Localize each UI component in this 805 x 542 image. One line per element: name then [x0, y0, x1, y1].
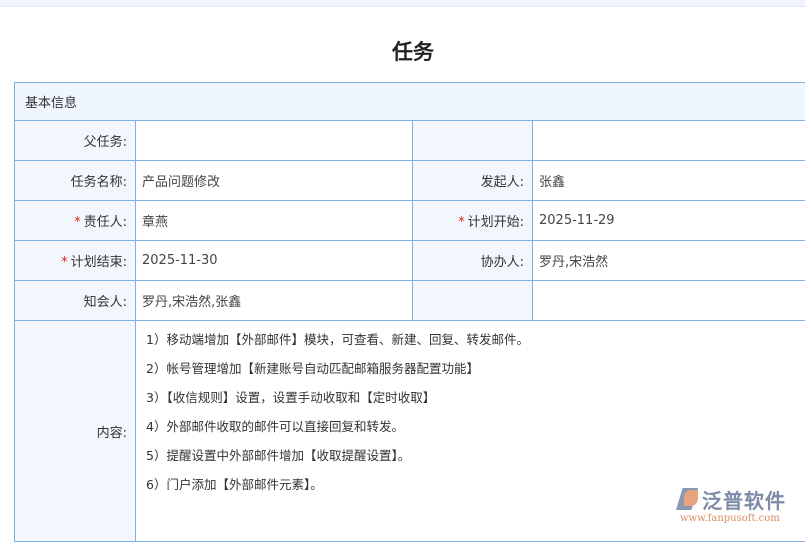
top-bar [0, 0, 805, 7]
required-marker: * [458, 215, 465, 230]
content-line: 2）帐号管理增加【新建账号自动匹配邮箱服务器配置功能】 [146, 358, 805, 387]
content-line: 5）提醒设置中外部邮件增加【收取提醒设置】。 [146, 445, 805, 474]
logo-name: 泛普软件 [702, 485, 786, 514]
logo-icon-accent [684, 490, 698, 506]
owner-field[interactable]: 章燕 [136, 201, 413, 241]
plan-end-field[interactable]: 2025-11-30 [136, 241, 413, 281]
assistants-label: 协办人: [413, 241, 533, 281]
empty-field [533, 121, 805, 161]
page-title: 任务 [0, 36, 805, 66]
content-line: 3）【收信规则】设置，设置手动收取和【定时收取】 [146, 387, 805, 416]
section-title: 基本信息 [15, 83, 805, 121]
content-line: 1）移动端增加【外部邮件】模块，可查看、新建、回复、转发邮件。 [146, 329, 805, 358]
plan-start-field[interactable]: 2025-11-29 [533, 201, 805, 241]
empty-field [533, 281, 805, 321]
initiator-field[interactable]: 张鑫 [533, 161, 805, 201]
plan-start-label-cell: *计划开始: [413, 201, 533, 241]
task-name-field[interactable]: 产品问题修改 [136, 161, 413, 201]
notify-field[interactable]: 罗丹,宋浩然,张鑫 [136, 281, 413, 321]
content-line: 4）外部邮件收取的邮件可以直接回复和转发。 [146, 416, 805, 445]
owner-label: 责任人: [84, 215, 127, 230]
notify-label: 知会人: [15, 281, 136, 321]
owner-label-cell: *责任人: [15, 201, 136, 241]
parent-task-field[interactable] [136, 121, 413, 161]
logo-url: www.fanpusoft.com [680, 513, 780, 524]
task-form: 基本信息 父任务: 任务名称: 产品问题修改 发起人: 张鑫 *责任人: 章燕 … [14, 82, 805, 542]
required-marker: * [74, 215, 81, 230]
required-marker: * [61, 255, 68, 270]
task-name-label: 任务名称: [15, 161, 136, 201]
plan-end-label: 计划结束: [71, 255, 127, 270]
initiator-label: 发起人: [413, 161, 533, 201]
empty-label [413, 121, 533, 161]
empty-label [413, 281, 533, 321]
plan-start-label: 计划开始: [468, 215, 524, 230]
plan-end-label-cell: *计划结束: [15, 241, 136, 281]
parent-task-label: 父任务: [15, 121, 136, 161]
content-label: 内容: [15, 321, 136, 542]
assistants-field[interactable]: 罗丹,宋浩然 [533, 241, 805, 281]
watermark-logo: 泛普软件 www.fanpusoft.com [676, 485, 805, 530]
